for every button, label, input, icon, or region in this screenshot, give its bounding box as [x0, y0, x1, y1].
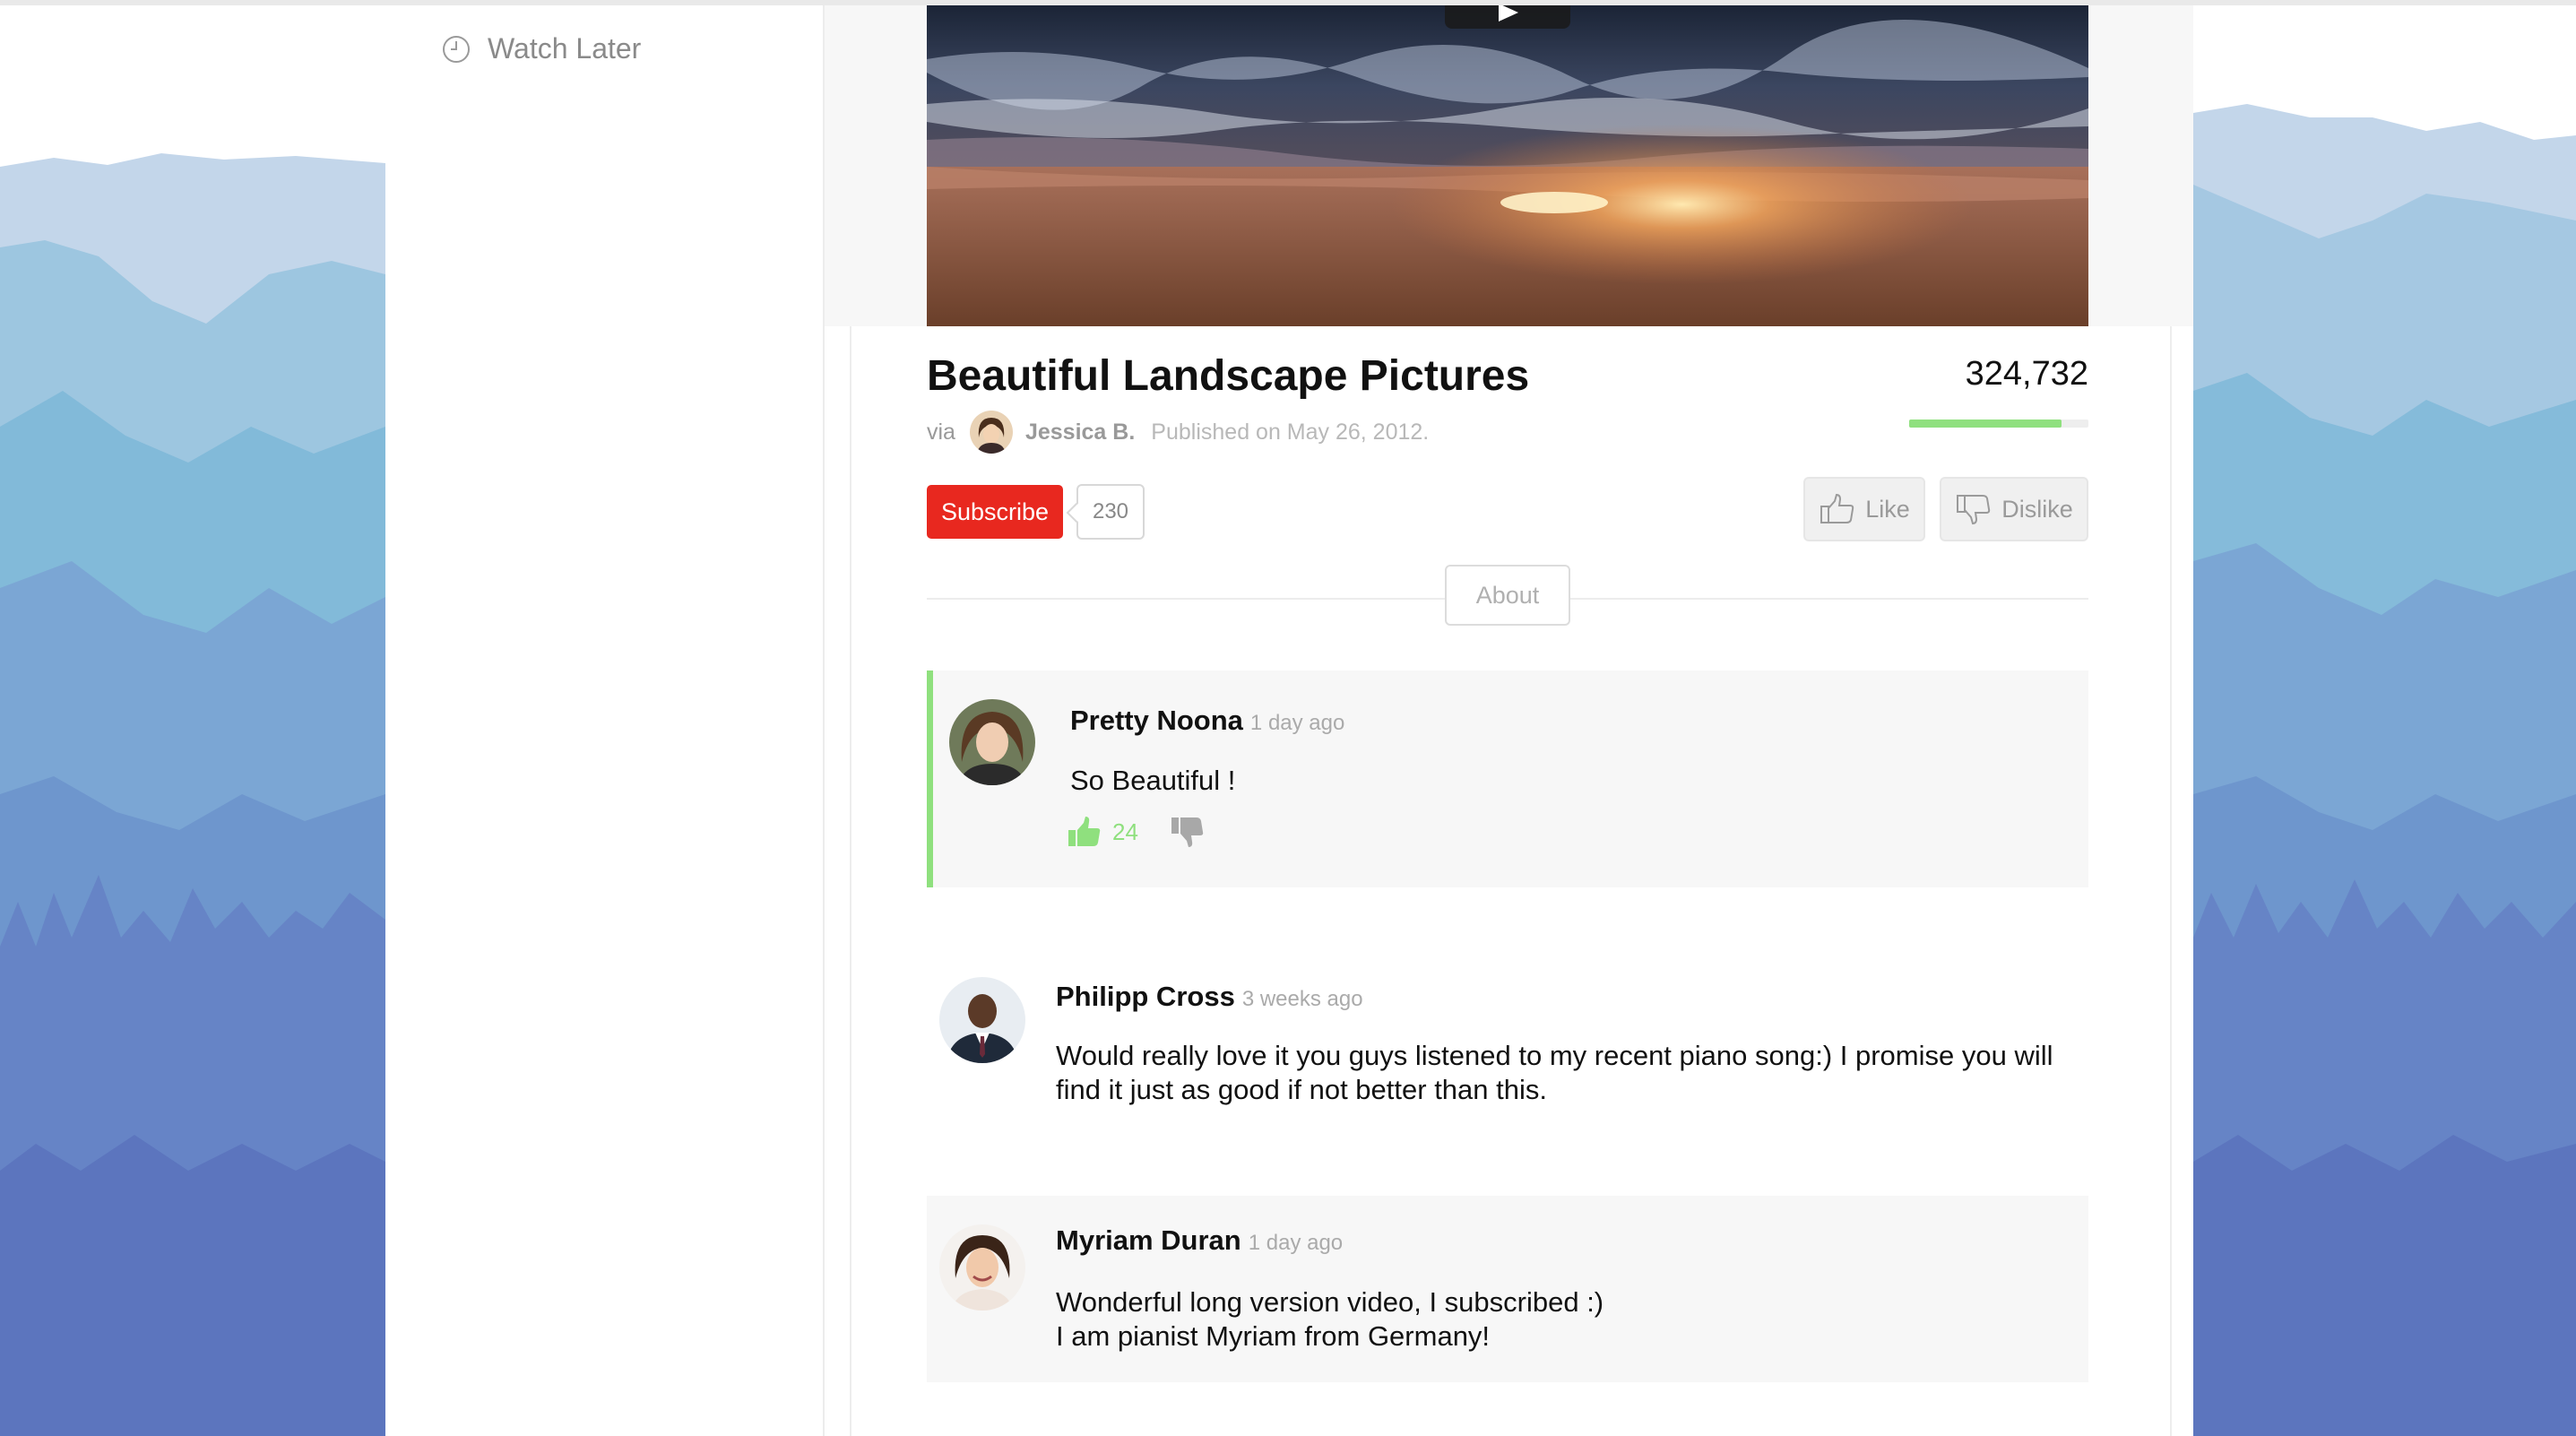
via-label: via	[927, 419, 955, 445]
thumbs-up-icon	[1820, 493, 1854, 523]
avatar[interactable]	[939, 1224, 1025, 1311]
comment-reactions: 24	[1066, 814, 1205, 850]
author-name[interactable]: Jessica B.	[1025, 420, 1135, 446]
author-avatar[interactable]	[969, 411, 1013, 454]
comment-time: 1 day ago	[1249, 711, 1345, 735]
comment-text: Wonderful long version video, I subscrib…	[1056, 1286, 1604, 1352]
avatar[interactable]	[949, 699, 1035, 785]
subscribe-button[interactable]: Subscribe	[927, 485, 1063, 539]
comment-header: Myriam Duran 1 day ago	[1056, 1224, 1343, 1257]
sidebar-item-label: Watch Later	[488, 32, 642, 65]
rating-bar-fill	[1909, 420, 2062, 428]
dislike-button[interactable]: Dislike	[1940, 477, 2088, 541]
clock-icon	[443, 35, 470, 63]
comment-like-count: 24	[1112, 817, 1138, 845]
comment-author[interactable]: Pretty Noona	[1070, 705, 1243, 736]
comment-author[interactable]: Philipp Cross	[1056, 981, 1235, 1012]
video-title: Beautiful Landscape Pictures	[927, 352, 1530, 400]
comment-text: Would really love it you guys listened t…	[1056, 1040, 2053, 1105]
main-content: Beautiful Landscape Pictures via Jessica…	[825, 5, 2193, 1436]
published-date: Published on May 26, 2012.	[1151, 419, 1430, 445]
comment-text: So Beautiful !	[1070, 765, 1236, 796]
thumbs-down-icon	[1957, 495, 1991, 525]
comment-item: Pretty Noona 1 day ago So Beautiful ! 24	[927, 670, 2088, 887]
comment-item: Philipp Cross 3 weeks ago Would really lo…	[927, 965, 2088, 1126]
video-meta: via Jessica B. Published on May 26, 2012…	[927, 411, 1429, 454]
subscriber-count: 230	[1076, 484, 1145, 540]
about-button[interactable]: About	[1445, 565, 1570, 626]
view-count: 324,732	[1965, 355, 2088, 393]
thumbs-down-icon[interactable]	[1169, 814, 1205, 850]
like-button[interactable]: Like	[1803, 477, 1925, 541]
like-label: Like	[1865, 495, 1910, 523]
thumbs-up-icon[interactable]	[1066, 814, 1102, 850]
comment-time: 1 day ago	[1248, 1231, 1344, 1255]
sidebar: Watch Later	[385, 5, 825, 1436]
mountain-background-left	[0, 5, 385, 1436]
comment-time: 3 weeks ago	[1241, 987, 1363, 1011]
video-player[interactable]	[927, 5, 2088, 326]
avatar[interactable]	[939, 977, 1025, 1063]
comment-header: Pretty Noona 1 day ago	[1070, 705, 1344, 737]
video-area	[825, 5, 2193, 326]
comment-author[interactable]: Myriam Duran	[1056, 1224, 1241, 1256]
rating-bar	[1909, 420, 2088, 428]
comment-header: Philipp Cross 3 weeks ago	[1056, 981, 1363, 1013]
sidebar-item-watch-later[interactable]: Watch Later	[441, 32, 641, 65]
video-thumbnail	[927, 5, 2088, 326]
mountain-background-right	[2193, 5, 2576, 1436]
comment-item: Myriam Duran 1 day ago Wonderful long ver…	[927, 1196, 2088, 1382]
dislike-label: Dislike	[2001, 495, 2073, 523]
